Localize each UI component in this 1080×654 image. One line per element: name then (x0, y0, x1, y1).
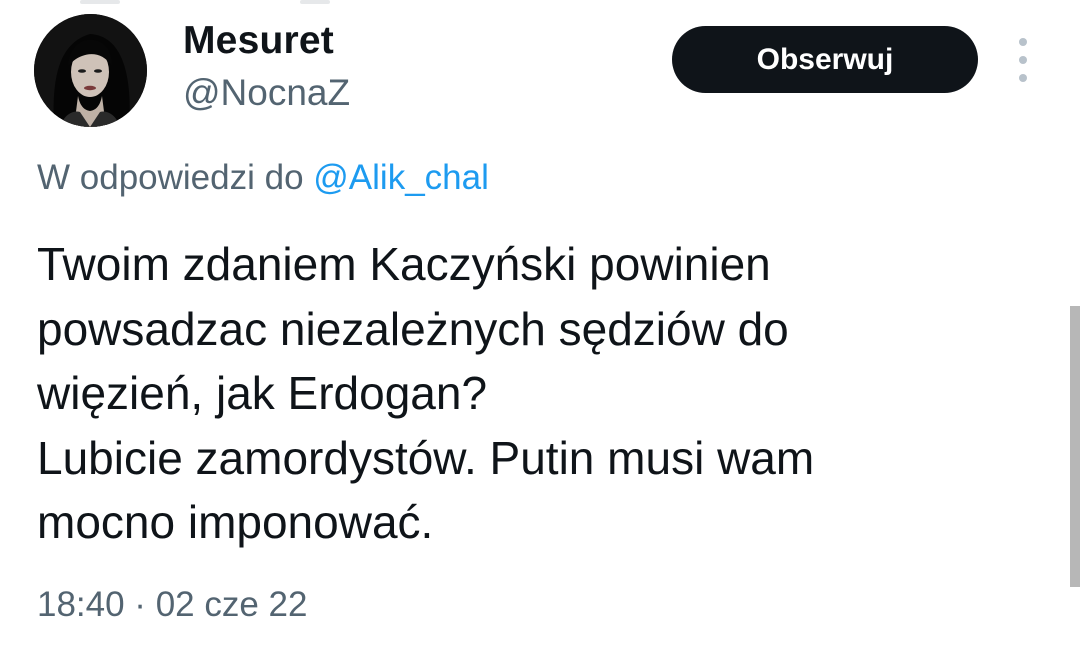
scrollbar-thumb[interactable] (1070, 306, 1080, 587)
more-vertical-icon[interactable] (1009, 38, 1037, 82)
tweet-text-line: więzień, jak Erdogan? (37, 367, 488, 419)
tweet-text-line: Twoim zdaniem Kaczyński powinien (37, 238, 771, 290)
more-dot (1019, 74, 1027, 82)
top-divider-segment (300, 0, 330, 4)
tweet-timestamp[interactable]: 18:40 · 02 cze 22 (37, 585, 307, 625)
more-dot (1019, 38, 1027, 46)
tweet-text-line: Lubicie zamordystów. Putin musi wam (37, 431, 815, 484)
reply-context-prefix: W odpowiedzi do (37, 158, 304, 197)
follow-button[interactable]: Obserwuj (672, 26, 978, 93)
top-edge-remnant (0, 0, 1080, 10)
avatar-image (34, 14, 147, 127)
author-handle[interactable]: @NocnaZ (183, 72, 350, 114)
author-display-name[interactable]: Mesuret (183, 19, 334, 63)
tweet-text-line: powsadzac niezależnych sędziów do (37, 302, 789, 355)
avatar[interactable] (34, 14, 147, 127)
tweet-text: Twoim zdaniem Kaczyński powinien powsadz… (37, 232, 1037, 555)
tweet-text-line: mocno imponować. (37, 496, 434, 548)
reply-context: W odpowiedzi do @Alik_chal (37, 158, 489, 198)
more-dot (1019, 56, 1027, 64)
reply-mention-link[interactable]: @Alik_chal (313, 158, 489, 197)
top-divider-segment (80, 0, 120, 4)
